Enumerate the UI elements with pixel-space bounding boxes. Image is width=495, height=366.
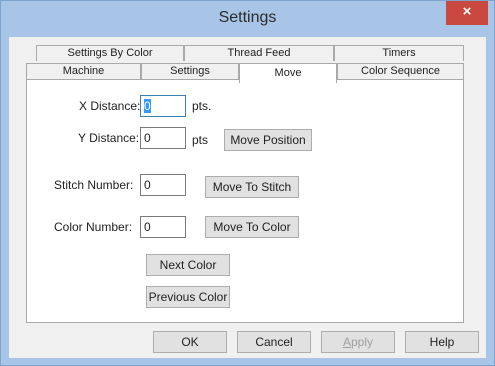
window-title: Settings bbox=[218, 9, 277, 26]
next-color-button[interactable]: Next Color bbox=[146, 254, 230, 276]
color-number-field[interactable]: 0 bbox=[140, 216, 186, 238]
settings-window: Settings × Settings By Color Thread Feed… bbox=[0, 0, 495, 366]
y-distance-unit: pts bbox=[192, 133, 209, 147]
cancel-button[interactable]: Cancel bbox=[237, 331, 311, 353]
tab-settings-by-color[interactable]: Settings By Color bbox=[36, 45, 184, 61]
ok-button[interactable]: OK bbox=[153, 331, 227, 353]
move-tab-panel bbox=[26, 79, 464, 323]
color-number-label: Color Number: bbox=[54, 220, 133, 234]
stitch-number-field[interactable]: 0 bbox=[140, 174, 186, 196]
apply-button: Apply bbox=[321, 331, 395, 353]
move-to-color-button[interactable]: Move To Color bbox=[205, 216, 299, 238]
tab-timers[interactable]: Timers bbox=[334, 45, 464, 61]
tab-move[interactable]: Move bbox=[239, 63, 337, 83]
x-distance-label: X Distance: bbox=[79, 99, 141, 113]
tab-thread-feed[interactable]: Thread Feed bbox=[184, 45, 334, 61]
close-button[interactable]: × bbox=[446, 1, 488, 25]
y-distance-label: Y Distance: bbox=[78, 131, 140, 145]
x-distance-value: 0 bbox=[144, 99, 151, 113]
apply-accelerator: A bbox=[342, 335, 351, 349]
tab-machine[interactable]: Machine bbox=[26, 63, 141, 79]
x-distance-unit: pts. bbox=[192, 99, 212, 113]
stitch-number-value: 0 bbox=[144, 178, 151, 192]
stitch-number-label: Stitch Number: bbox=[54, 178, 134, 192]
close-icon: × bbox=[462, 3, 472, 20]
move-to-stitch-button[interactable]: Move To Stitch bbox=[205, 176, 299, 198]
apply-label: pply bbox=[351, 335, 374, 349]
tab-settings[interactable]: Settings bbox=[141, 63, 239, 79]
title-bar[interactable]: Settings × bbox=[1, 1, 494, 37]
previous-color-button[interactable]: Previous Color bbox=[146, 286, 230, 308]
move-position-button[interactable]: Move Position bbox=[224, 129, 312, 151]
y-distance-value: 0 bbox=[144, 131, 151, 145]
tab-color-sequence[interactable]: Color Sequence bbox=[337, 63, 464, 79]
color-number-value: 0 bbox=[144, 220, 151, 234]
y-distance-field[interactable]: 0 bbox=[140, 127, 186, 149]
help-button[interactable]: Help bbox=[405, 331, 479, 353]
x-distance-field[interactable]: 0 bbox=[140, 95, 186, 117]
